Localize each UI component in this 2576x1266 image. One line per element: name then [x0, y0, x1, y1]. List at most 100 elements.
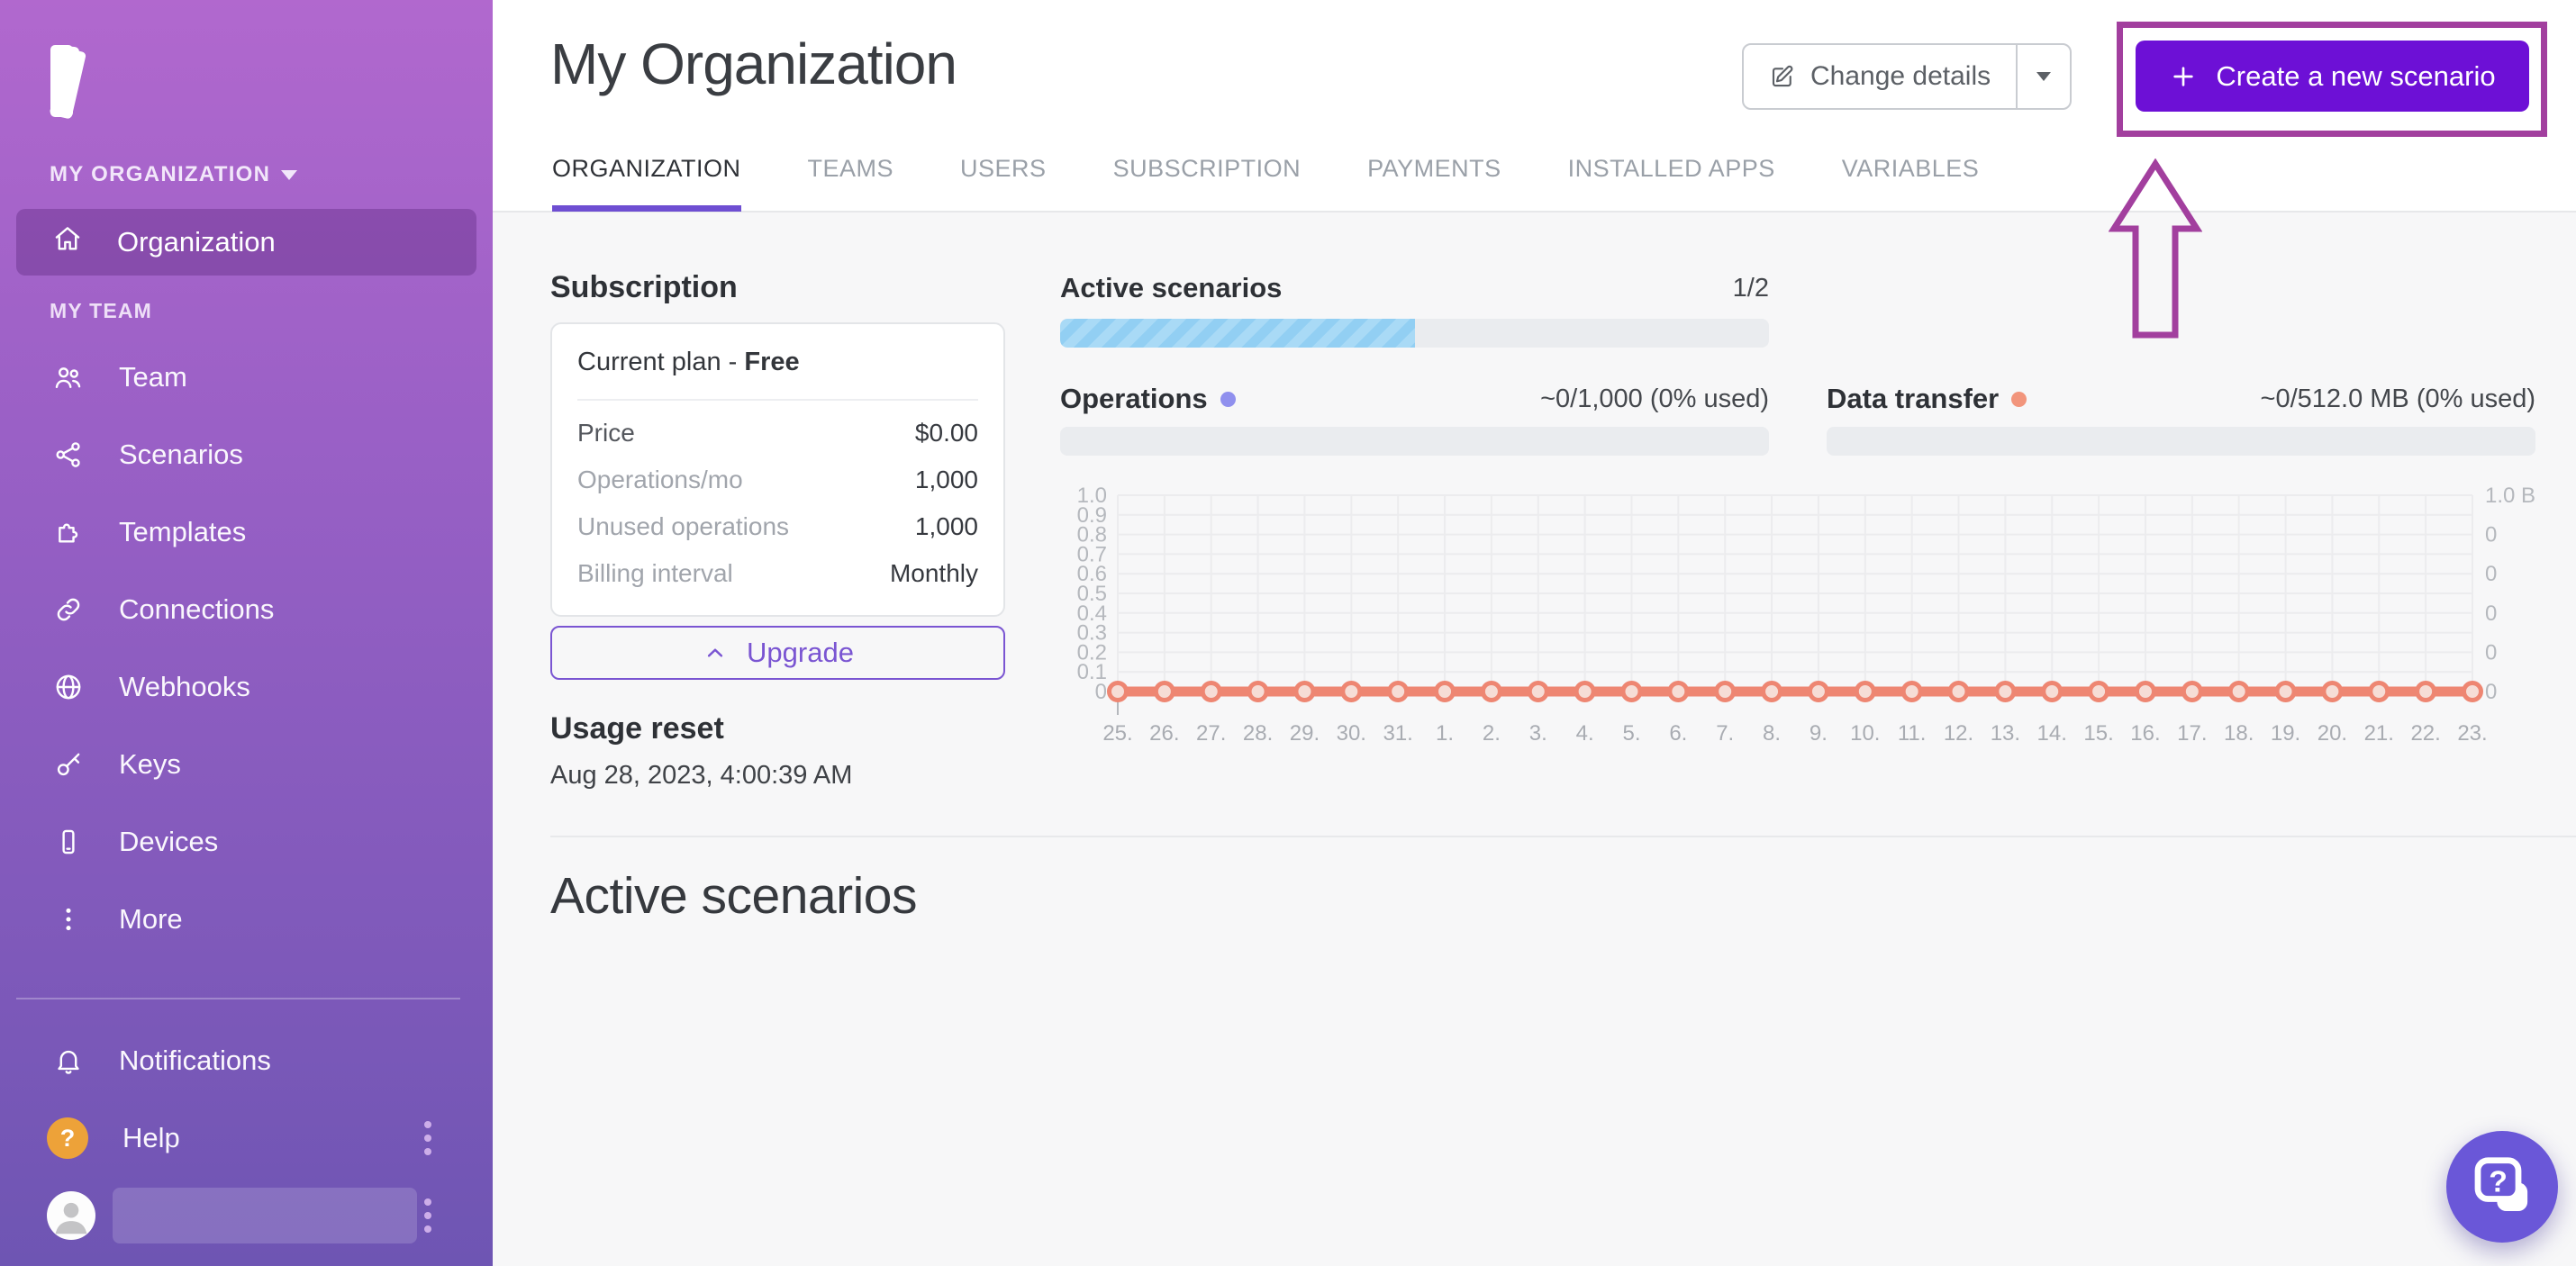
- operations-dot-icon: [1220, 392, 1236, 407]
- sidebar-item-label: Help: [122, 1122, 180, 1154]
- svg-text:?: ?: [2489, 1164, 2508, 1198]
- active-scenarios-progressbar: [1060, 319, 1769, 348]
- chevron-down-icon: [2036, 72, 2051, 81]
- sidebar-item-team[interactable]: Team: [16, 339, 476, 416]
- sidebar-item-keys[interactable]: Keys: [16, 726, 476, 803]
- link-icon: [52, 593, 85, 626]
- subscription-row-billing: Billing intervalMonthly: [577, 550, 978, 597]
- svg-text:22.: 22.: [2410, 721, 2440, 746]
- mobile-icon: [52, 826, 85, 858]
- make-logo: [50, 40, 150, 117]
- svg-text:14.: 14.: [2037, 721, 2067, 746]
- sidebar-item-connections[interactable]: Connections: [16, 571, 476, 648]
- sidebar-item-label: Connections: [119, 593, 274, 626]
- upgrade-button[interactable]: Upgrade: [550, 626, 1005, 680]
- sidebar: MY ORGANIZATION Organization MY TEAM Tea…: [0, 0, 493, 1266]
- key-icon: [52, 748, 85, 781]
- svg-text:5.: 5.: [1622, 721, 1640, 746]
- sidebar-nav: Team Scenarios Templates Connections: [16, 339, 476, 958]
- tab-subscription[interactable]: SUBSCRIPTION: [1113, 155, 1302, 211]
- user-menu-kebab-icon[interactable]: [419, 1193, 437, 1238]
- help-chat-button[interactable]: ?: [2446, 1131, 2558, 1243]
- svg-text:29.: 29.: [1290, 721, 1320, 746]
- sidebar-item-label: Team: [119, 361, 187, 393]
- subscription-row-price: Price$0.00: [577, 410, 978, 457]
- org-switcher-label: MY ORGANIZATION: [50, 162, 270, 187]
- tab-payments[interactable]: PAYMENTS: [1367, 155, 1501, 211]
- org-switcher[interactable]: MY ORGANIZATION: [50, 162, 297, 187]
- team-section-label: MY TEAM: [50, 299, 152, 323]
- question-circle-icon: ?: [47, 1117, 88, 1159]
- sidebar-item-more[interactable]: More: [16, 881, 476, 958]
- sidebar-item-templates[interactable]: Templates: [16, 493, 476, 571]
- sidebar-user-row[interactable]: [16, 1177, 476, 1254]
- active-scenarios-label: Active scenarios: [1060, 272, 1282, 304]
- sidebar-item-label: Scenarios: [119, 439, 243, 471]
- tab-installed-apps[interactable]: INSTALLED APPS: [1568, 155, 1775, 211]
- tab-organization[interactable]: ORGANIZATION: [552, 155, 741, 211]
- svg-text:16.: 16.: [2130, 721, 2160, 746]
- help-chat-icon: ?: [2470, 1154, 2535, 1219]
- operations-value: ~0/1,000 (0% used): [1540, 384, 1769, 414]
- svg-text:31.: 31.: [1383, 721, 1412, 746]
- sidebar-item-devices[interactable]: Devices: [16, 803, 476, 881]
- svg-text:0: 0: [2485, 601, 2497, 626]
- edit-icon: [1769, 63, 1796, 90]
- annotation-arrow-up: [2109, 158, 2202, 340]
- operations-progressbar: [1060, 427, 1769, 456]
- svg-text:20.: 20.: [2317, 721, 2347, 746]
- svg-text:13.: 13.: [1991, 721, 2020, 746]
- data-transfer-progressbar: [1827, 427, 2535, 456]
- subscription-card: Current plan - Free Price$0.00 Operation…: [550, 322, 1005, 617]
- active-scenarios-value: 1/2: [1733, 274, 1769, 303]
- svg-text:27.: 27.: [1196, 721, 1226, 746]
- avatar[interactable]: [47, 1191, 95, 1240]
- svg-text:23.: 23.: [2457, 721, 2487, 746]
- data-transfer-value: ~0/512.0 MB (0% used): [2261, 384, 2535, 414]
- subscription-row-operations: Operations/mo1,000: [577, 457, 978, 503]
- svg-text:11.: 11.: [1898, 721, 1927, 746]
- svg-text:3.: 3.: [1529, 721, 1547, 746]
- sidebar-item-organization[interactable]: Organization: [16, 209, 476, 276]
- sidebar-footer: Notifications ? Help: [16, 1022, 476, 1177]
- sidebar-item-webhooks[interactable]: Webhooks: [16, 648, 476, 726]
- kebab-icon: [52, 903, 85, 936]
- svg-text:19.: 19.: [2271, 721, 2300, 746]
- svg-text:7.: 7.: [1716, 721, 1734, 746]
- sidebar-item-label: More: [119, 903, 183, 936]
- sidebar-item-help[interactable]: ? Help: [16, 1099, 476, 1177]
- svg-text:15.: 15.: [2083, 721, 2113, 746]
- tab-users[interactable]: USERS: [960, 155, 1047, 211]
- data-transfer-label: Data transfer: [1827, 383, 1999, 415]
- change-details-label: Change details: [1810, 61, 1991, 92]
- usage-reset-value: Aug 28, 2023, 4:00:39 AM: [550, 761, 852, 791]
- data-transfer-meter-header: Data transfer ~0/512.0 MB (0% used): [1827, 383, 2535, 415]
- sidebar-item-label: Templates: [119, 516, 246, 548]
- page-title: My Organization: [550, 31, 957, 97]
- svg-text:12.: 12.: [1944, 721, 1973, 746]
- change-details-button[interactable]: Change details: [1744, 45, 2016, 108]
- sidebar-item-label: Webhooks: [119, 671, 250, 703]
- svg-text:8.: 8.: [1763, 721, 1781, 746]
- svg-text:10.: 10.: [1850, 721, 1880, 746]
- svg-text:0: 0: [2485, 640, 2497, 665]
- help-menu-kebab-icon[interactable]: [419, 1116, 437, 1161]
- bell-icon: [52, 1044, 85, 1077]
- tab-teams[interactable]: TEAMS: [808, 155, 894, 211]
- users-icon: [52, 361, 85, 393]
- change-details-dropdown-button[interactable]: [2016, 45, 2070, 108]
- create-scenario-button[interactable]: Create a new scenario: [2136, 41, 2529, 112]
- svg-text:2.: 2.: [1483, 721, 1501, 746]
- active-scenarios-progress-fill: [1060, 319, 1415, 348]
- svg-text:21.: 21.: [2364, 721, 2394, 746]
- sidebar-item-notifications[interactable]: Notifications: [16, 1022, 476, 1099]
- operations-label: Operations: [1060, 383, 1208, 415]
- active-scenarios-section-title: Active scenarios: [550, 866, 917, 926]
- sidebar-divider: [16, 998, 460, 999]
- share-nodes-icon: [52, 439, 85, 471]
- subscription-row-unused: Unused operations1,000: [577, 503, 978, 550]
- tab-variables[interactable]: VARIABLES: [1842, 155, 1980, 211]
- sidebar-item-scenarios[interactable]: Scenarios: [16, 416, 476, 493]
- svg-text:1.: 1.: [1436, 721, 1454, 746]
- create-scenario-label: Create a new scenario: [2216, 60, 2495, 93]
